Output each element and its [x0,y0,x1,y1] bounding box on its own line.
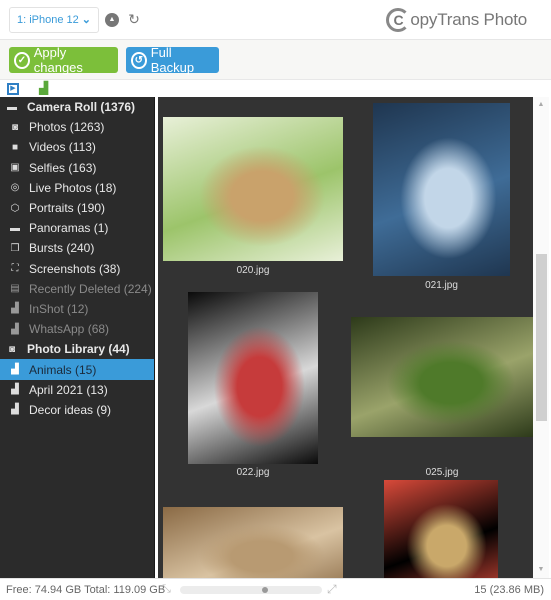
camera-icon: ◙ [11,121,19,133]
sidebar-item[interactable]: ⛶ Screenshots (38) [0,259,154,279]
sidebar-item-label: Portraits (190) [29,201,106,216]
panorama-icon: ▬ [10,222,20,234]
sidebar-item-label: Decor ideas (9) [29,402,112,417]
zoom-out-icon[interactable]: ⤡ [162,583,171,596]
selfie-icon: ▣ [10,162,20,174]
logo-mark-icon: C [386,8,411,32]
sidebar-item-label: Live Photos (18) [29,180,117,195]
cube-icon: ⬡ [10,202,20,214]
zoom-in-icon[interactable]: ⤢ [327,582,337,597]
sidebar-item[interactable]: ■ Videos (113) [0,137,154,157]
scrollbar-thumb[interactable] [536,253,547,422]
photo-thumbnail[interactable] [384,97,498,578]
video-icon: ■ [11,141,19,153]
device-select-value: 1: iPhone 12 [17,14,79,26]
action-bar: ✓ Apply changes ↺ Full Backup [0,40,551,80]
sidebar-item[interactable]: ◙ Photo Library (44) [0,339,154,359]
history-icon: ↺ [131,51,147,69]
sidebar-item[interactable]: ▟ WhatsApp (68) [0,319,154,339]
sidebar: ▬ Camera Roll (1376) ◙ Photos (1263) ■ Videos… [0,97,155,578]
album-icon: ▟ [11,303,19,315]
sidebar-item-label: Screenshots (38) [29,261,121,276]
full-backup-button[interactable]: ↺ Full Backup [126,45,219,75]
sidebar-item[interactable]: ◎ Live Photos (18) [0,178,154,198]
album-icon: ▟ [11,384,19,396]
bursts-icon: ❒ [10,242,20,254]
vertical-scrollbar[interactable]: ▲ ▼ [533,97,549,578]
sidebar-item[interactable]: ▟ Decor ideas (9) [0,400,154,420]
apply-changes-label: Apply changes [33,45,83,75]
photo-grid: 020.jpg 021.jpg 022.jpg 025.jpg [158,97,533,578]
screenshot-icon: ⛶ [11,263,19,275]
sidebar-item-label: Videos (113) [29,140,96,155]
view-toggle-strip: ▶ ▟ [0,80,551,97]
sidebar-item[interactable]: ▟ April 2021 (13) [0,380,154,400]
sidebar-item-label: Recently Deleted (224) [29,281,152,296]
scroll-up-icon[interactable]: ▲ [533,99,549,111]
album-icon: ▟ [11,364,19,376]
sidebar-item[interactable]: ▬ Panoramas (1) [0,218,154,238]
full-backup-label: Full Backup [150,45,195,75]
album-icon: ▟ [11,404,19,416]
slider-knob[interactable] [261,587,268,593]
sidebar-item-label: Animals (15) [29,362,97,377]
sidebar-item[interactable]: ▬ Camera Roll (1376) [0,97,154,117]
sidebar-item-label: Photo Library (44) [27,342,130,357]
sidebar-item[interactable]: ▟ Animals (15) [0,359,154,380]
photo-image[interactable] [384,480,498,578]
scroll-down-icon[interactable]: ▼ [533,564,549,576]
sidebar-item[interactable]: ❒ Bursts (240) [0,238,154,258]
logo-text: opyTrans Photo [410,10,527,29]
thumbnail-size-slider[interactable] [180,586,322,594]
camera-icon: ◙ [8,343,16,355]
photo-thumbnail[interactable] [163,97,343,578]
sidebar-item-label: Camera Roll (1376) [27,100,136,115]
device-select[interactable]: 1: iPhone 12 ⌄ [9,7,99,33]
live-photo-icon: ◎ [10,182,20,194]
selection-count: 15 (23.86 MB) [474,584,544,596]
sidebar-item-label: April 2021 (13) [29,382,108,397]
sidebar-item[interactable]: ▟ InShot (12) [0,299,154,319]
camera-roll-icon: ▬ [7,101,17,113]
app-logo: C opyTrans Photo [386,8,527,32]
sidebar-item[interactable]: ◙ Photos (1263) [0,117,154,137]
sidebar-item-label: InShot (12) [29,301,89,316]
sidebar-item-label: Photos (1263) [29,120,105,135]
storage-info: Free: 74.94 GB Total: 119.09 GB [6,584,166,596]
trash-icon: ▤ [10,283,20,295]
status-bar: Free: 74.94 GB Total: 119.09 GB ⤡ ⤢ 15 (… [0,578,551,600]
sidebar-item-label: Bursts (240) [29,241,95,256]
apply-changes-button[interactable]: ✓ Apply changes [9,45,118,75]
top-bar: 1: iPhone 12 ⌄ ▲ ↻ C opyTrans Photo [0,0,551,40]
sidebar-item-label: WhatsApp (68) [29,322,110,337]
refresh-icon[interactable]: ↻ [126,11,142,27]
album-view-icon[interactable]: ▟ [39,82,53,95]
sidebar-item-label: Selfies (163) [29,160,97,175]
sidebar-item[interactable]: ⬡ Portraits (190) [0,198,154,218]
chevron-down-icon: ⌄ [81,14,91,26]
sidebar-item-label: Panoramas (1) [29,221,109,236]
album-icon: ▟ [11,323,19,335]
play-view-icon[interactable]: ▶ [7,83,19,95]
eject-icon[interactable]: ▲ [105,13,119,27]
check-circle-icon: ✓ [14,51,30,69]
sidebar-item[interactable]: ▤ Recently Deleted (224) [0,279,154,299]
sidebar-item[interactable]: ▣ Selfies (163) [0,158,154,178]
photo-image[interactable] [163,507,343,578]
